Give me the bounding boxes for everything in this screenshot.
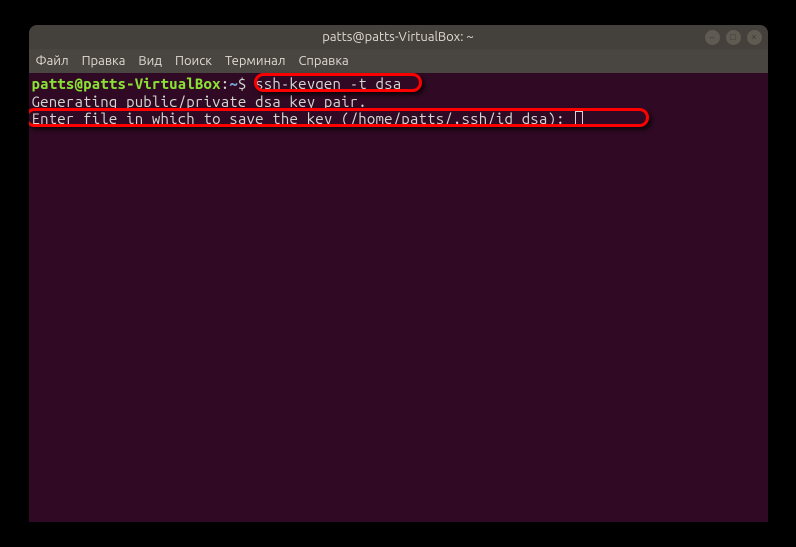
prompt-dollar: $	[238, 75, 255, 92]
titlebar: patts@patts-VirtualBox: ~ – □ ×	[29, 25, 768, 49]
terminal-window: patts@patts-VirtualBox: ~ – □ × Файл Пра…	[29, 25, 768, 522]
menu-help[interactable]: Справка	[298, 54, 348, 68]
window-controls: – □ ×	[705, 30, 762, 45]
terminal-line-1: patts@patts-VirtualBox:~$ ssh-keygen -t …	[32, 75, 765, 93]
close-button[interactable]: ×	[747, 30, 762, 45]
terminal-line-2: Generating public/private dsa key pair.	[32, 93, 765, 111]
terminal-body[interactable]: patts@patts-VirtualBox:~$ ssh-keygen -t …	[29, 73, 768, 522]
command-text: ssh-keygen -t dsa	[255, 75, 401, 92]
prompt-userhost: patts@patts-VirtualBox	[32, 75, 221, 92]
menu-view[interactable]: Вид	[138, 54, 162, 68]
terminal-line-3-text: Enter file in which to save the key (/ho…	[32, 110, 574, 127]
menu-edit[interactable]: Правка	[82, 54, 126, 68]
minimize-button[interactable]: –	[705, 30, 720, 45]
terminal-line-3: Enter file in which to save the key (/ho…	[32, 110, 765, 128]
menu-search[interactable]: Поиск	[175, 54, 212, 68]
cursor-icon	[575, 111, 583, 126]
prompt-path: ~	[229, 75, 238, 92]
window-title: patts@patts-VirtualBox: ~	[322, 30, 474, 44]
menu-file[interactable]: Файл	[36, 54, 69, 68]
menubar: Файл Правка Вид Поиск Терминал Справка	[29, 49, 768, 73]
menu-terminal[interactable]: Терминал	[225, 54, 285, 68]
maximize-button[interactable]: □	[726, 30, 741, 45]
